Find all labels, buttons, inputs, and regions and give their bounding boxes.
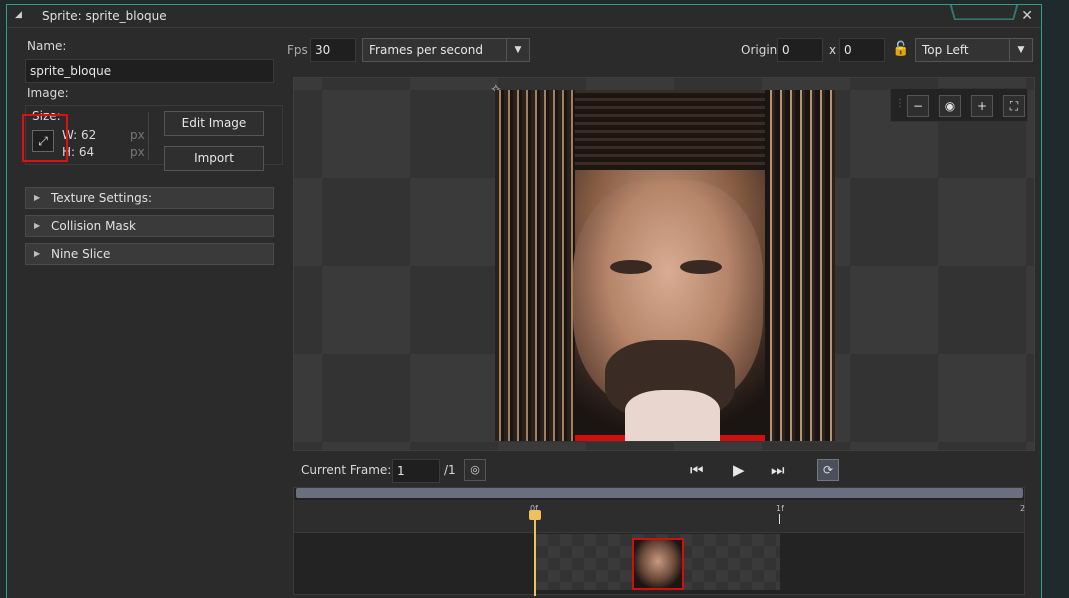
origin-x-input[interactable]: 0 (777, 38, 823, 62)
collision-mask-section[interactable]: ▶ Collision Mask (25, 215, 274, 237)
skip-to-end-icon[interactable]: ⏭ (771, 461, 785, 479)
timeline[interactable]: 0f 1f 2 (293, 487, 1026, 596)
loop-icon[interactable]: ⟳ (817, 459, 839, 481)
edit-image-button[interactable]: Edit Image (164, 111, 264, 136)
image-label: Image: (27, 86, 69, 100)
origin-preset-dropdown[interactable]: Top Left ▼ (915, 38, 1033, 62)
tick-mark (779, 514, 780, 524)
section-label: Texture Settings: (51, 191, 153, 205)
expand-triangle-icon: ▶ (34, 249, 41, 258)
origin-separator: x (829, 43, 837, 57)
height-unit: px (130, 145, 145, 159)
sprite-editor-window: ◢ Sprite: sprite_bloque ✕ Name: sprite_b… (6, 4, 1042, 598)
fps-input[interactable]: 30 (310, 38, 356, 62)
expand-triangle-icon: ▶ (34, 221, 41, 230)
expand-triangle-icon: ▶ (34, 193, 41, 202)
name-input[interactable]: sprite_bloque (25, 59, 274, 83)
fps-label: Fps (287, 43, 308, 57)
onion-skin-icon[interactable]: ◎ (464, 459, 486, 481)
timeline-scrollbar[interactable] (296, 488, 1023, 498)
title-bar[interactable]: ◢ Sprite: sprite_bloque ✕ (7, 4, 1041, 28)
origin-label: Origin (741, 43, 778, 57)
zoom-in-icon[interactable]: + (971, 95, 993, 117)
sprite-canvas[interactable]: ✧ ⋮ − ◉ + ⛶ (293, 77, 1035, 451)
preview-panel: Fps 30 Frames per second ▼ Origin 0 x 0 … (283, 33, 1035, 596)
width-unit: px (130, 128, 145, 142)
import-button[interactable]: Import (164, 146, 264, 171)
collapse-caret-icon[interactable]: ◢ (15, 10, 22, 20)
speed-mode-value: Frames per second (369, 43, 483, 57)
name-label: Name: (27, 39, 67, 53)
close-icon[interactable]: ✕ (1021, 8, 1033, 24)
window-title: Sprite: sprite_bloque (42, 9, 167, 23)
chevron-down-icon: ▼ (506, 39, 529, 61)
fullscreen-icon[interactable]: ⛶ (1003, 95, 1025, 117)
sprite-image (495, 90, 835, 441)
divider (148, 112, 149, 160)
current-frame-input[interactable]: 1 (392, 459, 440, 483)
skip-to-start-icon[interactable]: ⏮ (690, 461, 704, 479)
frame-total: /1 (444, 463, 456, 477)
play-icon[interactable]: ▶ (733, 461, 745, 479)
lock-icon[interactable]: 🔓 (892, 41, 909, 57)
speed-mode-dropdown[interactable]: Frames per second ▼ (362, 38, 530, 62)
timeline-ruler[interactable]: 0f 1f 2 (294, 500, 1026, 533)
section-label: Collision Mask (51, 219, 136, 233)
zoom-reset-icon[interactable]: ◉ (939, 95, 961, 117)
zoom-out-icon[interactable]: − (907, 95, 929, 117)
drag-handle-icon[interactable]: ⋮ (895, 98, 905, 109)
playhead-handle[interactable] (529, 510, 541, 520)
chevron-down-icon: ▼ (1009, 39, 1032, 61)
origin-y-input[interactable]: 0 (839, 38, 885, 62)
playhead[interactable] (534, 512, 536, 596)
frame-track[interactable] (536, 534, 780, 590)
tick-label: 1f (776, 504, 784, 513)
title-notch-decoration (949, 4, 1019, 21)
frame-thumbnail[interactable] (632, 538, 684, 590)
nine-slice-section[interactable]: ▶ Nine Slice (25, 243, 274, 265)
origin-preset-value: Top Left (922, 43, 969, 57)
tick-label: 2 (1020, 504, 1026, 513)
zoom-toolbar: ⋮ − ◉ + ⛶ (890, 88, 1028, 122)
current-frame-label: Current Frame: (301, 463, 392, 477)
section-label: Nine Slice (51, 247, 111, 261)
expand-icon[interactable]: ⤢ (32, 130, 54, 152)
texture-settings-section[interactable]: ▶ Texture Settings: (25, 187, 274, 209)
playback-bar: Current Frame: 1 /1 ◎ ⏮ ▶ ⏭ ⟳ (293, 457, 1035, 485)
